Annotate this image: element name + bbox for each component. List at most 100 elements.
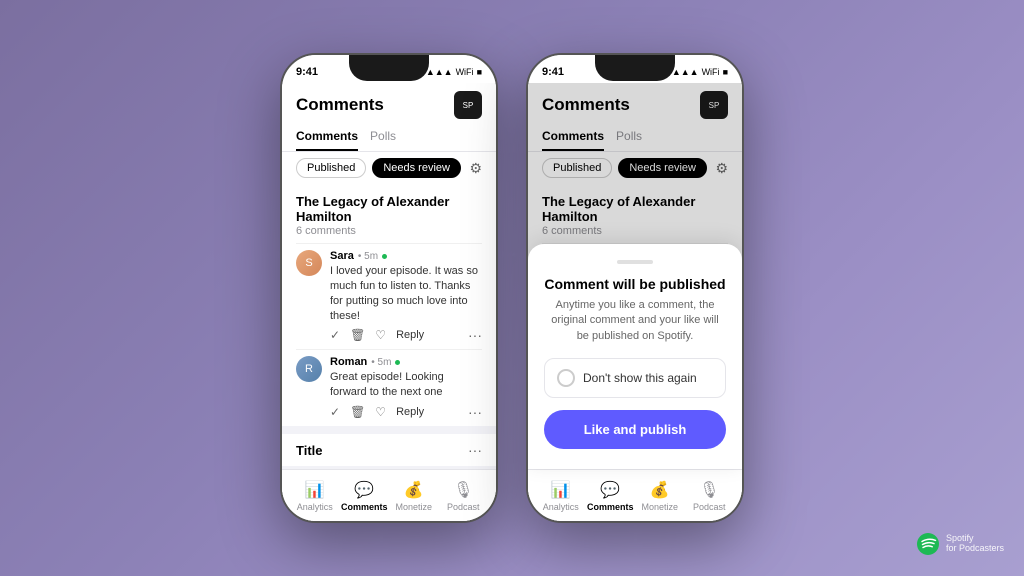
monetize-label: Monetize bbox=[395, 502, 432, 512]
avatar-roman: R bbox=[296, 356, 322, 382]
comments-label: Comments bbox=[341, 502, 388, 512]
title-section-left: Title ··· bbox=[282, 434, 496, 466]
podcast-label-right: Podcast bbox=[693, 502, 726, 512]
spotify-subtitle: for Podcasters bbox=[946, 544, 1004, 554]
author-roman: Roman bbox=[330, 356, 367, 368]
author-sara: Sara bbox=[330, 250, 354, 262]
episode-count-1: 6 comments bbox=[296, 225, 482, 237]
like-icon-sara[interactable]: ♡ bbox=[375, 328, 386, 342]
phone-notch-right bbox=[595, 55, 675, 81]
modal-description: Anytime you like a comment, the original… bbox=[544, 298, 726, 344]
avatar-sara: S bbox=[296, 250, 322, 276]
screen-title-left: Comments bbox=[296, 95, 384, 115]
episode-title-1: The Legacy of Alexander Hamilton bbox=[296, 194, 482, 224]
comment-meta-roman: Roman • 5m bbox=[330, 356, 482, 368]
reply-btn-sara[interactable]: Reply bbox=[396, 329, 424, 341]
text-roman: Great episode! Looking forward to the ne… bbox=[330, 370, 482, 400]
nav-analytics-right[interactable]: 📊 Analytics bbox=[536, 480, 586, 512]
analytics-icon: 📊 bbox=[305, 480, 325, 500]
bottom-nav-right: 📊 Analytics 💬 Comments 💰 Monetize 🎙 Podc… bbox=[528, 469, 742, 521]
spotify-branding: Spotify for Podcasters bbox=[916, 532, 1004, 556]
signal-icon: ▲▲▲ bbox=[426, 67, 453, 77]
podcast-icon-right: 🎙 bbox=[699, 480, 719, 500]
status-time-left: 9:41 bbox=[296, 66, 318, 78]
header-avatar-left[interactable]: SP bbox=[454, 91, 482, 119]
nav-comments-left[interactable]: 💬 Comments bbox=[340, 480, 390, 512]
monetize-label-right: Monetize bbox=[641, 502, 678, 512]
tabs-left: Comments Polls bbox=[282, 125, 496, 152]
status-icons-right: ▲▲▲ WiFi ■ bbox=[672, 67, 728, 77]
check-icon-roman[interactable]: ✓ bbox=[330, 405, 340, 419]
nav-monetize-left[interactable]: 💰 Monetize bbox=[389, 480, 439, 512]
comment-roman: R Roman • 5m Great episode! Looking forw… bbox=[296, 349, 482, 426]
checkbox-label: Don't show this again bbox=[583, 371, 697, 385]
checkbox-dont-show[interactable] bbox=[557, 369, 575, 387]
nav-monetize-right[interactable]: 💰 Monetize bbox=[635, 480, 685, 512]
analytics-label-right: Analytics bbox=[543, 502, 579, 512]
filter-row-left: Published Needs review ⚙ bbox=[282, 152, 496, 184]
podcast-icon: 🎙 bbox=[453, 480, 473, 500]
filter-icon-left[interactable]: ⚙ bbox=[469, 160, 482, 177]
more-icon-sara[interactable]: ··· bbox=[468, 327, 482, 343]
screen-right: Comments SP Comments Polls Published Nee… bbox=[528, 83, 742, 521]
time-sara: • 5m bbox=[358, 251, 378, 262]
modal-handle bbox=[617, 260, 653, 264]
tab-comments-left[interactable]: Comments bbox=[296, 125, 358, 151]
comment-meta-sara: Sara • 5m bbox=[330, 250, 482, 262]
status-icons-left: ▲▲▲ WiFi ■ bbox=[426, 67, 482, 77]
left-phone: 9:41 ▲▲▲ WiFi ■ Comments SP Comments Pol… bbox=[280, 53, 498, 523]
battery-icon-right: ■ bbox=[723, 67, 728, 77]
spotify-logo-icon bbox=[916, 532, 940, 556]
phone-notch bbox=[349, 55, 429, 81]
nav-podcast-left[interactable]: 🎙 Podcast bbox=[439, 480, 489, 512]
monetize-icon-right: 💰 bbox=[650, 480, 670, 500]
analytics-label: Analytics bbox=[297, 502, 333, 512]
nav-comments-right[interactable]: 💬 Comments bbox=[586, 480, 636, 512]
analytics-icon-right: 📊 bbox=[551, 480, 571, 500]
screen-left: Comments SP Comments Polls Published Nee… bbox=[282, 83, 496, 521]
filter-published-left[interactable]: Published bbox=[296, 158, 366, 178]
actions-sara: ✓ 🗑 ♡ Reply ··· bbox=[330, 327, 482, 343]
right-phone: 9:41 ▲▲▲ WiFi ■ Comments SP Comments Pol… bbox=[526, 53, 744, 523]
comment-body-roman: Roman • 5m Great episode! Looking forwar… bbox=[330, 356, 482, 420]
comments-icon-right: 💬 bbox=[600, 480, 620, 500]
wifi-icon-right: WiFi bbox=[702, 67, 720, 77]
text-sara: I loved your episode. It was so much fun… bbox=[330, 264, 482, 323]
actions-roman: ✓ 🗑 ♡ Reply ··· bbox=[330, 404, 482, 420]
wifi-icon: WiFi bbox=[456, 67, 474, 77]
episode-section-1: The Legacy of Alexander Hamilton 6 comme… bbox=[282, 184, 496, 426]
podcast-label: Podcast bbox=[447, 502, 480, 512]
title-more-icon[interactable]: ··· bbox=[468, 442, 482, 458]
nav-podcast-right[interactable]: 🎙 Podcast bbox=[685, 480, 735, 512]
modal-sheet: Comment will be published Anytime you li… bbox=[528, 244, 742, 469]
delete-icon-roman[interactable]: 🗑 bbox=[350, 405, 365, 419]
nav-analytics-left[interactable]: 📊 Analytics bbox=[290, 480, 340, 512]
status-time-right: 9:41 bbox=[542, 66, 564, 78]
like-publish-button[interactable]: Like and publish bbox=[544, 410, 726, 449]
comments-nav-label-right: Comments bbox=[587, 502, 634, 512]
bottom-nav-left: 📊 Analytics 💬 Comments 💰 Monetize 🎙 Podc… bbox=[282, 469, 496, 521]
reply-btn-roman[interactable]: Reply bbox=[396, 406, 424, 418]
comment-sara: S Sara • 5m I loved your episode. It was… bbox=[296, 243, 482, 349]
battery-icon: ■ bbox=[477, 67, 482, 77]
avatar-icon: SP bbox=[463, 101, 474, 110]
signal-icon-right: ▲▲▲ bbox=[672, 67, 699, 77]
check-icon-sara[interactable]: ✓ bbox=[330, 328, 340, 342]
tab-polls-left[interactable]: Polls bbox=[370, 125, 396, 151]
online-dot-sara bbox=[382, 254, 387, 259]
more-icon-roman[interactable]: ··· bbox=[468, 404, 482, 420]
filter-needs-review-left[interactable]: Needs review bbox=[372, 158, 461, 178]
modal-checkbox-row[interactable]: Don't show this again bbox=[544, 358, 726, 398]
modal-title: Comment will be published bbox=[544, 276, 726, 292]
monetize-icon: 💰 bbox=[404, 480, 424, 500]
spotify-text: Spotify for Podcasters bbox=[946, 534, 1004, 554]
phones-container: 9:41 ▲▲▲ WiFi ■ Comments SP Comments Pol… bbox=[280, 53, 744, 523]
time-roman: • 5m bbox=[371, 357, 391, 368]
title-label-left: Title bbox=[296, 443, 323, 458]
delete-icon-sara[interactable]: 🗑 bbox=[350, 328, 365, 342]
like-icon-roman[interactable]: ♡ bbox=[375, 405, 386, 419]
comments-icon: 💬 bbox=[354, 480, 374, 500]
header-left: Comments SP bbox=[282, 83, 496, 125]
online-dot-roman bbox=[395, 360, 400, 365]
comment-body-sara: Sara • 5m I loved your episode. It was s… bbox=[330, 250, 482, 343]
